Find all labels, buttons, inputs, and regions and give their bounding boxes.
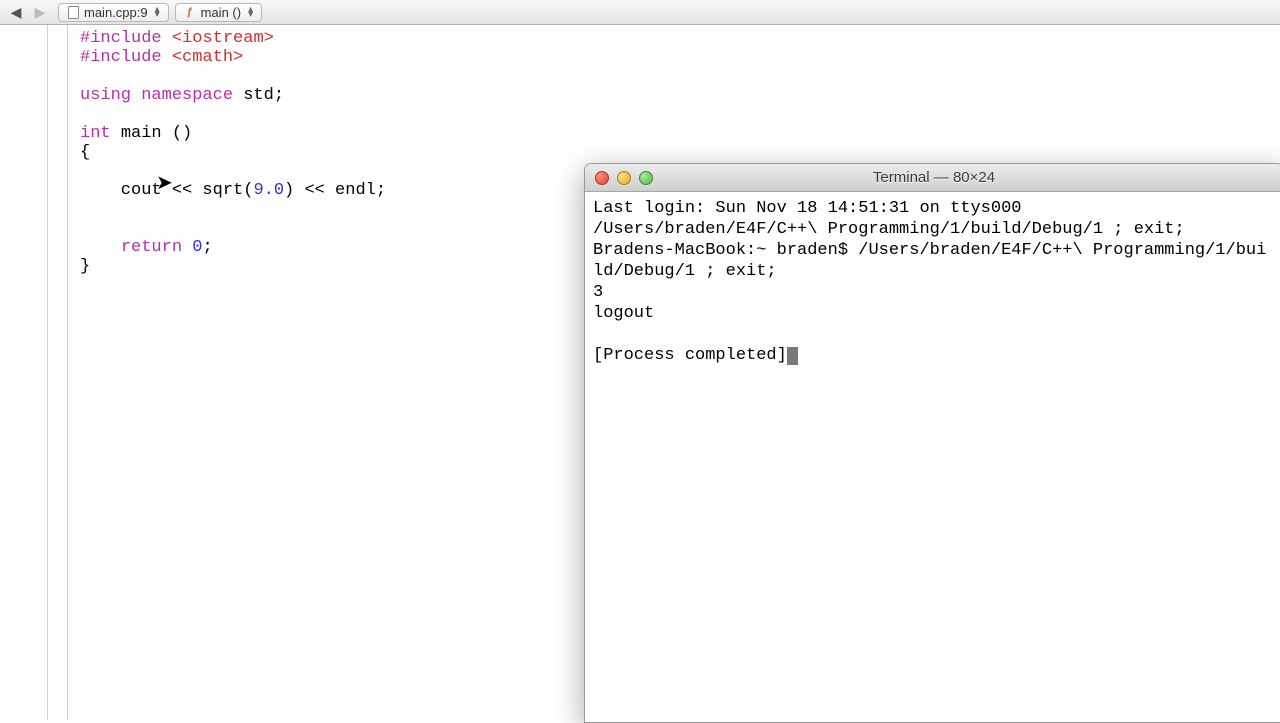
code-line[interactable]: #include <cmath>: [80, 48, 1268, 67]
code-line[interactable]: {: [80, 143, 1268, 162]
terminal-line: 3: [593, 282, 1275, 303]
breadcrumb-function-label: main (): [201, 5, 241, 20]
terminal-cursor: [787, 347, 798, 365]
terminal-title: Terminal — 80×24: [585, 169, 1280, 186]
terminal-titlebar[interactable]: Terminal — 80×24: [585, 164, 1280, 192]
terminal-output[interactable]: Last login: Sun Nov 18 14:51:31 on ttys0…: [585, 192, 1280, 372]
minimize-icon[interactable]: [617, 171, 631, 185]
terminal-line: Last login: Sun Nov 18 14:51:31 on ttys0…: [593, 198, 1275, 219]
file-icon: [67, 6, 79, 18]
chevron-updown-icon: ▴▾: [155, 7, 160, 17]
terminal-window[interactable]: Terminal — 80×24 Last login: Sun Nov 18 …: [584, 163, 1280, 723]
terminal-line: /Users/braden/E4F/C++\ Programming/1/bui…: [593, 219, 1275, 240]
function-icon: ƒ: [184, 6, 196, 18]
window-controls: [595, 171, 653, 185]
terminal-line: [Process completed]: [593, 345, 1275, 366]
code-line[interactable]: [80, 105, 1268, 124]
nav-back-icon[interactable]: ◀: [4, 2, 28, 22]
breadcrumb-file[interactable]: main.cpp:9 ▴▾: [58, 3, 169, 22]
close-icon[interactable]: [595, 171, 609, 185]
nav-forward-icon[interactable]: ▶: [28, 2, 52, 22]
breadcrumb-bar: ◀ ▶ main.cpp:9 ▴▾ ƒ main () ▴▾: [0, 0, 1280, 25]
chevron-updown-icon: ▴▾: [248, 7, 253, 17]
code-line[interactable]: #include <iostream>: [80, 29, 1268, 48]
code-line[interactable]: int main (): [80, 124, 1268, 143]
code-line[interactable]: using namespace std;: [80, 86, 1268, 105]
zoom-icon[interactable]: [639, 171, 653, 185]
terminal-line: [593, 324, 1275, 345]
breadcrumb-file-label: main.cpp:9: [84, 5, 148, 20]
fold-gutter: [48, 25, 68, 720]
terminal-line: Bradens-MacBook:~ braden$ /Users/braden/…: [593, 240, 1275, 282]
code-line[interactable]: [80, 67, 1268, 86]
breadcrumb-function[interactable]: ƒ main () ▴▾: [175, 3, 262, 22]
line-number-gutter: [0, 25, 48, 720]
terminal-line: logout: [593, 303, 1275, 324]
